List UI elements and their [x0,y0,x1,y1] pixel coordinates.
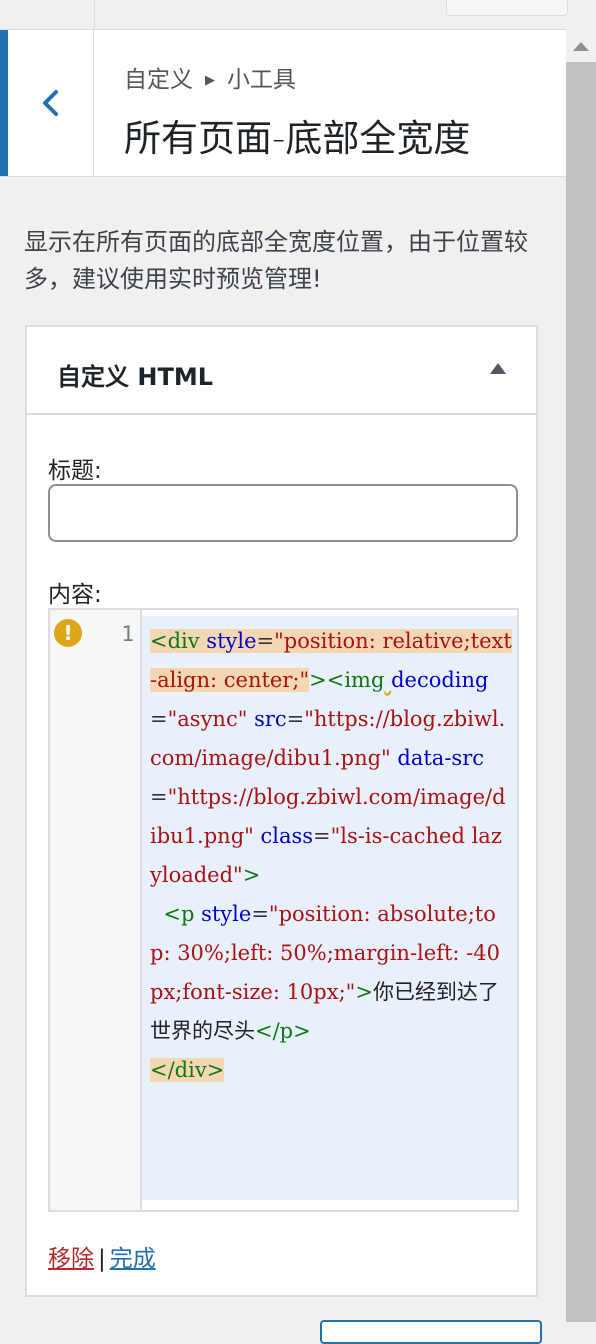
code-token: > [242,863,261,887]
section-description: 显示在所有页面的底部全宽度位置，由于位置较多，建议使用实时预览管理! [24,228,528,293]
back-button[interactable] [0,30,94,176]
code-token: </div> [150,1058,225,1082]
done-link[interactable]: 完成 [110,1246,156,1272]
breadcrumb-root: 自定义 [124,67,193,93]
code-editor[interactable]: ! 1 <div style="position: relative;text-… [48,608,519,1212]
code-token: style [199,629,257,653]
page-title: 所有页面-底部全宽度 [124,117,471,160]
code-token: style [194,902,252,926]
widget-title-strong: 自定义 [57,363,129,391]
code-token: = [251,902,269,926]
section-header: 自定义 ▶ 小工具 所有页面-底部全宽度 [0,30,566,177]
code-content[interactable]: <div style="position: relative;text-alig… [150,622,512,1090]
code-token: class [253,824,314,848]
code-token: decoding [391,668,489,692]
code-token: = [150,707,168,731]
add-widget-button[interactable] [320,1320,542,1344]
widget-header[interactable]: 自定义 HTML [27,327,536,415]
code-token: ><img [309,668,385,692]
line-number: 1 [121,622,134,646]
top-button[interactable] [446,0,568,16]
code-token: = [313,824,331,848]
code-token: <div [150,629,200,653]
code-token: data-src [390,746,485,770]
code-token: <p [163,902,195,926]
breadcrumb-child: 小工具 [227,67,296,93]
widget-title-rest: HTML [129,363,213,391]
code-token: = [286,707,305,731]
chevron-left-icon [43,90,58,116]
code-token: "async" [167,707,248,731]
breadcrumb: 自定义 ▶ 小工具 [124,60,296,94]
top-divider [94,0,95,29]
scrollbar[interactable] [566,30,596,1325]
breadcrumb-separator-icon: ▶ [205,73,215,88]
widget-actions: 移除 | 完成 [48,1239,156,1273]
editor-gutter: ! 1 [50,610,142,1210]
code-token: </p> [255,1019,311,1043]
code-area[interactable]: <div style="position: relative;text-alig… [142,616,517,1200]
triangle-up-icon[interactable] [490,363,506,374]
top-strip [0,0,568,30]
custom-html-widget: 自定义 HTML 标题: 内容: ! 1 <div style="positio… [25,325,538,1297]
warning-icon[interactable]: ! [54,619,82,647]
scroll-up-arrow-icon[interactable] [573,42,589,51]
title-input[interactable] [48,484,518,542]
title-label: 标题: [48,458,102,484]
widget-title: 自定义 HTML [57,357,213,392]
remove-link[interactable]: 移除 [48,1246,94,1272]
code-token: = [150,785,168,809]
scroll-thumb[interactable] [566,62,596,1322]
code-token: = [256,629,275,653]
code-token: src [254,707,287,731]
content-label: 内容: [48,582,102,608]
code-token: > [355,980,373,1004]
action-separator: | [98,1246,106,1272]
